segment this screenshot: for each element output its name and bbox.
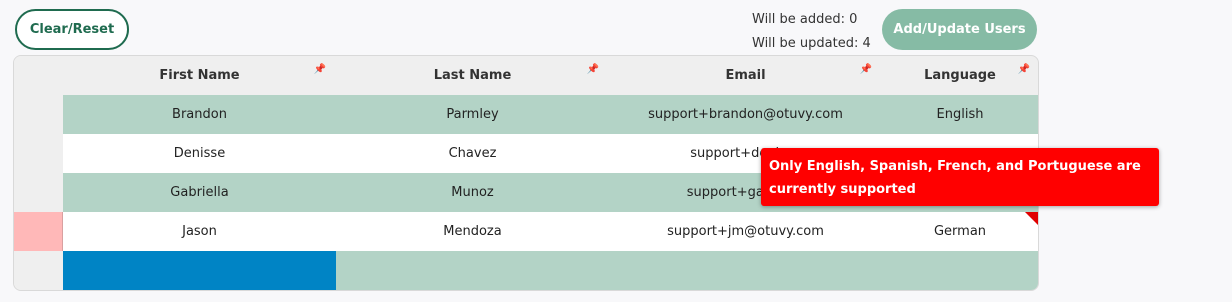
row-header-error[interactable] — [14, 212, 63, 251]
error-marker-icon — [1025, 212, 1038, 225]
change-summary: Will be added: 0 Will be updated: 4 — [752, 8, 871, 56]
validation-error-tooltip: Only English, Spanish, French, and Portu… — [761, 148, 1159, 206]
cell-first-name[interactable]: Gabriella — [63, 173, 336, 212]
column-header-language[interactable]: Language 📌 — [882, 56, 1038, 95]
pin-icon[interactable]: 📌 — [587, 64, 599, 75]
row-header[interactable] — [14, 95, 63, 134]
cell-email[interactable]: support+brandon@otuvy.com — [609, 95, 882, 134]
grid-footer — [63, 251, 1038, 290]
add-update-users-button[interactable]: Add/Update Users — [882, 9, 1037, 50]
column-header-label: Language — [924, 68, 996, 83]
cell-first-name[interactable]: Denisse — [63, 134, 336, 173]
cell-language-invalid[interactable]: German — [882, 212, 1038, 251]
cell-language[interactable]: English — [882, 95, 1038, 134]
footer-row-header — [14, 251, 63, 290]
table-row: Brandon Parmley support+brandon@otuvy.co… — [63, 95, 1038, 134]
cell-last-name[interactable]: Munoz — [336, 173, 609, 212]
column-header-last-name[interactable]: Last Name 📌 — [336, 56, 609, 95]
pin-icon[interactable]: 📌 — [860, 64, 872, 75]
column-header-email[interactable]: Email 📌 — [609, 56, 882, 95]
cell-last-name[interactable]: Chavez — [336, 134, 609, 173]
cell-last-name[interactable]: Parmley — [336, 95, 609, 134]
row-header[interactable] — [14, 173, 63, 212]
pin-icon[interactable]: 📌 — [314, 64, 326, 75]
grid-header: First Name 📌 Last Name 📌 Email 📌 Languag… — [63, 56, 1038, 95]
table-row: Jason Mendoza support+jm@otuvy.com Germa… — [63, 212, 1038, 251]
column-header-first-name[interactable]: First Name 📌 — [63, 56, 336, 95]
row-header[interactable] — [14, 134, 63, 173]
column-header-label: Last Name — [433, 68, 512, 83]
cell-email[interactable]: support+jm@otuvy.com — [609, 212, 882, 251]
pin-icon[interactable]: 📌 — [1018, 64, 1030, 75]
column-header-label: First Name — [159, 68, 240, 83]
cell-first-name[interactable]: Jason — [63, 212, 336, 251]
will-be-updated-text: Will be updated: 4 — [752, 36, 871, 51]
header-corner — [14, 56, 63, 95]
selected-cell-highlight[interactable] — [63, 251, 336, 290]
will-be-added-text: Will be added: 0 — [752, 12, 858, 27]
cell-first-name[interactable]: Brandon — [63, 95, 336, 134]
cell-last-name[interactable]: Mendoza — [336, 212, 609, 251]
column-header-label: Email — [725, 68, 766, 83]
cell-language-value: German — [933, 224, 987, 239]
clear-reset-button[interactable]: Clear/Reset — [15, 9, 129, 50]
